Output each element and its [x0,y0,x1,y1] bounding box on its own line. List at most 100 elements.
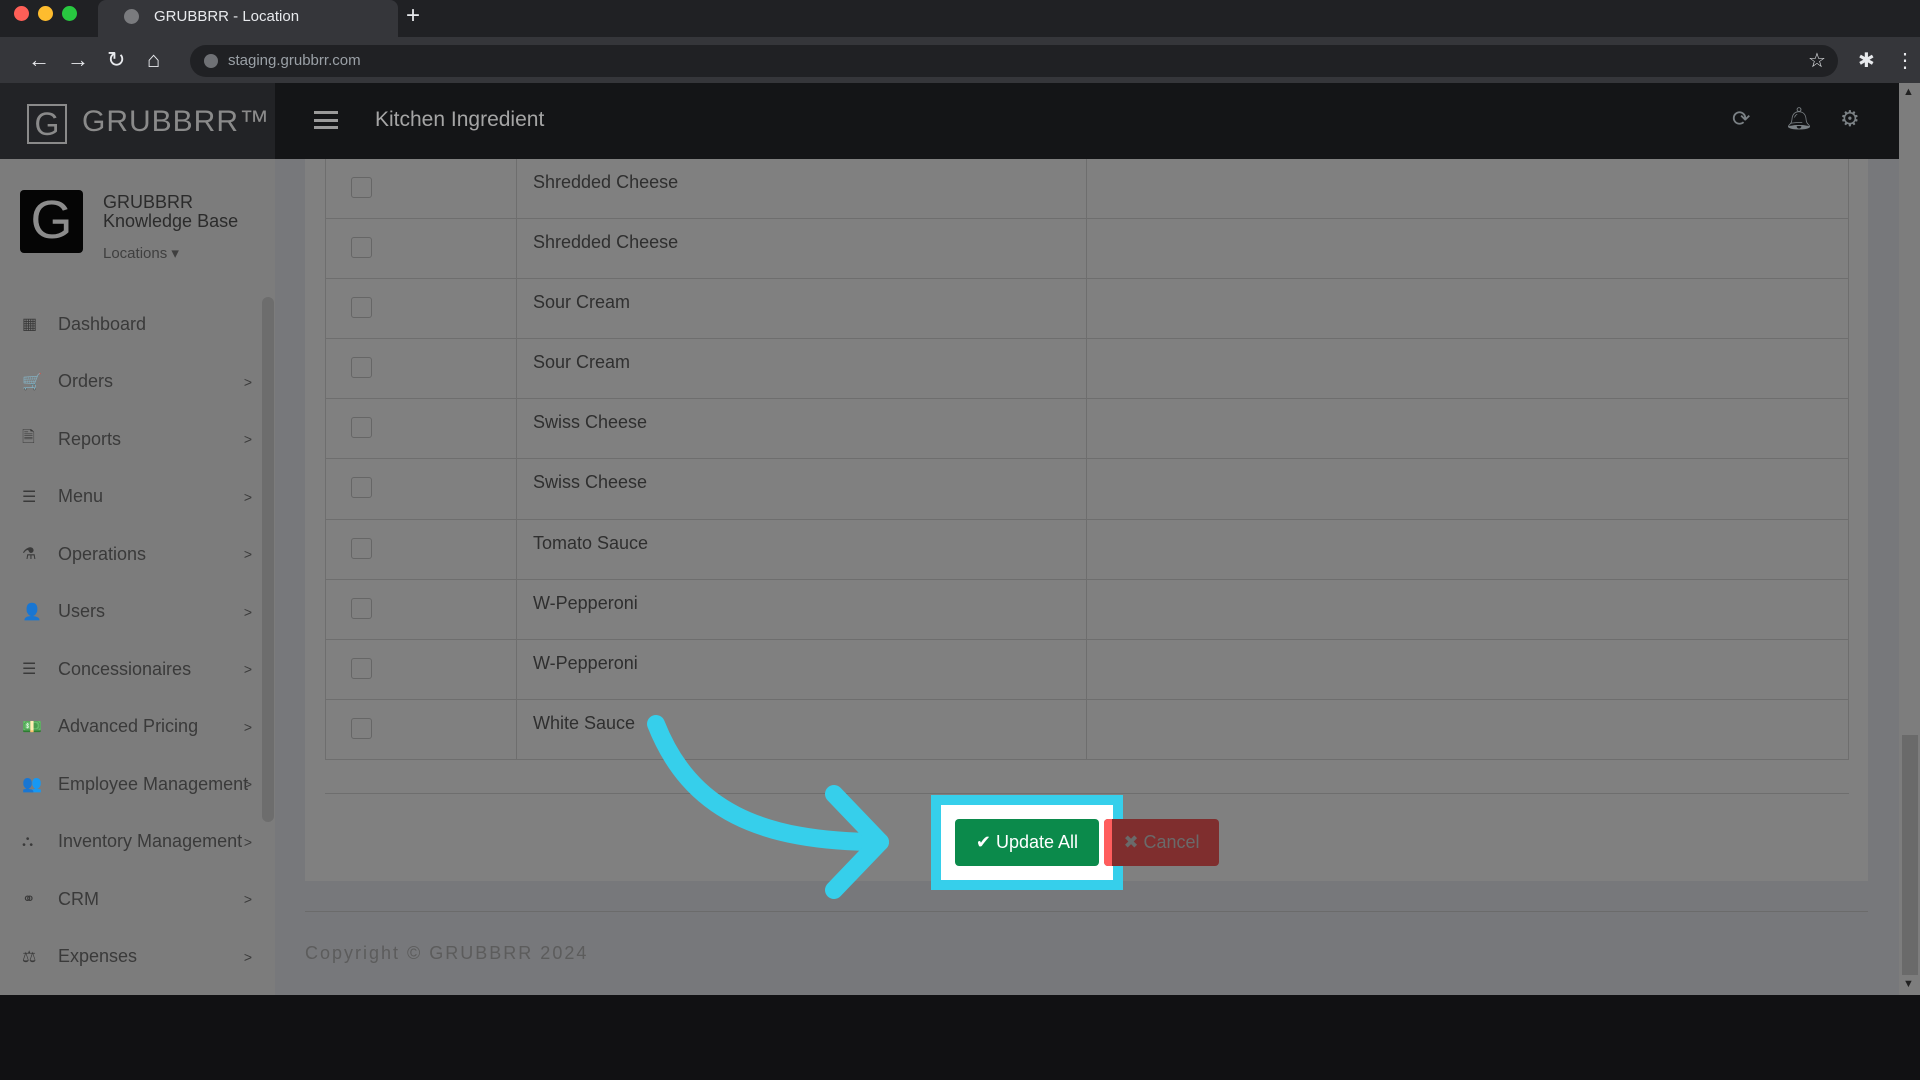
sidebar-item-dashboard[interactable]: ▦ Dashboard [22,304,262,344]
select-cell [326,579,517,639]
sidebar-item-menu[interactable]: ☰ Menu > [22,477,262,517]
sidebar-item-orders[interactable]: 🛒 Orders > [22,362,262,402]
table-row: Sour Cream [326,279,1848,340]
sidebar-icon: ⚖ [22,948,37,966]
table-row: White Sauce [326,699,1848,760]
row-checkbox[interactable] [351,297,372,319]
sidebar-item-label: Dashboard [58,313,147,334]
row-checkbox[interactable] [351,597,372,619]
table-row: Tomato Sauce [326,519,1848,580]
sidebar-item-label: CRM [58,888,99,909]
select-cell [326,159,517,219]
sidebar-item-crm[interactable]: ⚭ CRM > [22,879,262,919]
bottom-bar [0,995,1920,1080]
sidebar-icon: 💵 [22,718,42,736]
browser-tab[interactable]: GRUBBRR - Location [98,0,398,37]
chevron-right-icon: > [243,891,252,907]
sidebar-item-label: Employee Management [58,773,249,794]
sidebar-item-label: Advanced Pricing [58,716,199,736]
divider [325,793,1849,794]
home-icon[interactable]: ⌂ [147,47,160,73]
select-cell [326,699,517,759]
sidebar-item-label: Orders [58,371,114,391]
table-row: W-Pepperoni [326,639,1848,700]
forward-icon[interactable]: → [67,47,89,73]
table-row: W-Pepperoni [326,579,1848,640]
select-cell [326,639,517,699]
scroll-down-icon[interactable]: ▼ [1903,978,1914,990]
row-checkbox[interactable] [351,177,372,198]
row-checkbox[interactable] [351,357,372,379]
back-icon[interactable]: ← [28,47,50,73]
chevron-right-icon: > [243,488,252,505]
ingredient-name: Shredded Cheese [517,219,1087,279]
avatar: G [20,190,83,253]
reload-icon[interactable]: ↻ [107,47,125,73]
close-window-button[interactable] [14,6,29,21]
table-row: Shredded Cheese [326,159,1848,220]
sidebar-item-label: Menu [58,486,104,506]
chevron-right-icon: > [243,776,252,792]
gear-icon[interactable]: ⚙ [1840,106,1860,132]
new-tab-button[interactable]: + [406,2,420,30]
row-checkbox[interactable] [351,537,372,559]
ingredient-name: Sour Cream [517,279,1087,339]
chevron-right-icon: > [243,833,252,850]
row-checkbox[interactable] [351,717,372,739]
sidebar-scrollbar[interactable] [262,297,274,822]
sidebar-item-advanced-pricing[interactable]: 💵 Advanced Pricing > [22,707,262,747]
select-cell [326,219,517,279]
extensions-icon[interactable]: ✱ [1858,48,1875,73]
logo-text: GRUBBRR™ [82,105,271,138]
chevron-right-icon: > [243,948,252,965]
ingredient-table: Shredded Cheese Shredded Cheese Sour Cream… [325,159,1849,760]
url-text: staging.grubbrr.com [228,52,361,69]
globe-icon [124,9,139,24]
minimize-window-button[interactable] [38,6,53,21]
ingredient-name: Swiss Cheese [517,459,1087,519]
update-all-button[interactable]: ✔ Update All [955,819,1099,866]
sidebar-icon: ⛬ [22,832,34,850]
sidebar-item-operations[interactable]: ⚗ Operations > [22,534,262,574]
app-logo[interactable]: G GRUBBRR™ [0,83,275,159]
hamburger-menu-icon[interactable] [314,111,338,129]
sidebar-item-reports[interactable]: 🗎 Reports > [22,419,262,459]
sidebar-item-users[interactable]: 👤 Users > [22,592,262,632]
sidebar-item-label: Users [58,601,106,621]
refresh-icon[interactable]: ⟳ [1732,106,1750,132]
sidebar-item-inventory-management[interactable]: ⛬ Inventory Management > [22,822,262,862]
select-cell [326,399,517,459]
locations-dropdown[interactable]: Locations ▾ [103,244,179,262]
sidebar-item-expenses[interactable]: ⚖ Expenses > [22,937,262,977]
ingredient-name: Shredded Cheese [517,159,1087,219]
chevron-right-icon: > [243,546,252,562]
chevron-right-icon: > [243,431,252,447]
row-checkbox[interactable] [351,417,372,439]
arrow-annotation [647,715,889,899]
ingredient-name: W-Pepperoni [517,639,1087,699]
maximize-window-button[interactable] [62,6,77,21]
url-bar[interactable]: staging.grubbrr.com [190,45,1838,77]
scroll-up-icon[interactable]: ▲ [1903,86,1914,98]
chevron-right-icon: > [243,603,252,620]
sidebar-item-concessionaires[interactable]: ☰ Concessionaires > [22,649,262,689]
sidebar-item-label: Operations [58,543,147,564]
sidebar-icon: 👥 [22,776,42,793]
row-checkbox[interactable] [351,657,372,679]
row-checkbox[interactable] [351,237,372,259]
sidebar-icon: ☰ [22,661,37,678]
select-cell [326,339,517,399]
select-cell [326,279,517,339]
scrollbar-thumb[interactable] [1902,735,1918,975]
bell-icon[interactable]: 🔔︎ [1785,106,1813,132]
ingredient-name: Tomato Sauce [517,519,1087,579]
table-row: Sour Cream [326,339,1848,400]
bookmark-star-icon[interactable]: ☆ [1808,48,1826,73]
browser-menu-icon[interactable]: ⋮ [1895,48,1915,73]
row-checkbox[interactable] [351,477,372,499]
sidebar-item-employee-management[interactable]: 👥 Employee Management > [22,764,262,804]
sidebar-item-label: Expenses [58,946,138,966]
cancel-button[interactable]: ✖ Cancel [1104,819,1219,866]
copyright: Copyright © GRUBBRR 2024 [305,943,589,963]
sidebar-icon: 🗎 [22,428,35,446]
